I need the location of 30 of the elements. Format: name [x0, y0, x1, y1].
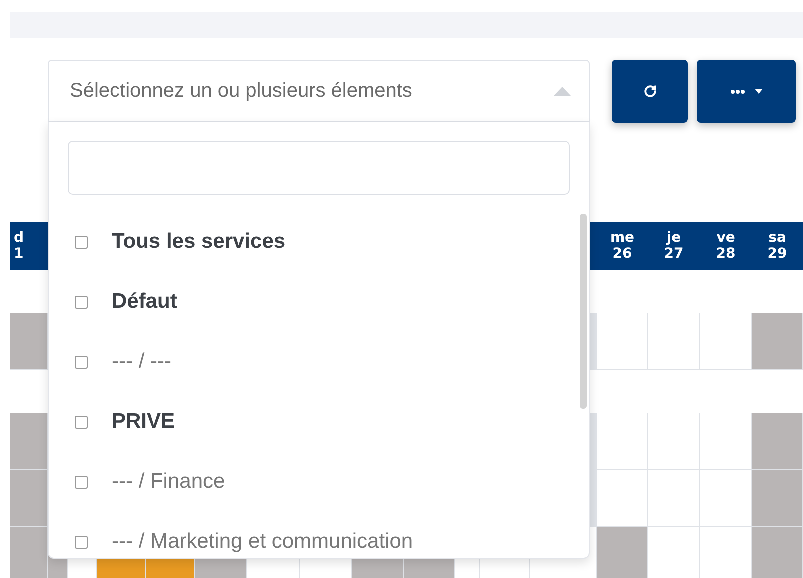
- caret-icon: [554, 86, 571, 96]
- option-item[interactable]: Tous les services: [49, 212, 589, 272]
- checkbox[interactable]: [75, 476, 88, 488]
- checkbox[interactable]: [75, 416, 88, 428]
- checkbox[interactable]: [75, 536, 88, 548]
- option-item[interactable]: PRIVE: [49, 392, 589, 452]
- checkbox[interactable]: [75, 356, 88, 368]
- search-field[interactable]: [68, 141, 570, 195]
- checkbox[interactable]: [75, 236, 88, 248]
- refresh-button[interactable]: [612, 60, 688, 123]
- date-label: 29: [768, 246, 788, 262]
- multi-select[interactable]: Sélectionnez un ou plusieurs élements: [48, 60, 590, 122]
- date-label: 28: [716, 246, 736, 262]
- refresh-icon: [644, 85, 656, 98]
- option-item[interactable]: Défaut: [49, 272, 589, 332]
- date-label: 26: [612, 246, 632, 262]
- day-label: ve: [716, 230, 736, 246]
- day-label: me: [610, 230, 635, 246]
- option-item[interactable]: --- / Marketing et communication: [49, 512, 589, 558]
- more-icon: [730, 90, 744, 94]
- caret-icon: [754, 89, 762, 94]
- date-label: 1: [14, 246, 24, 262]
- date-label: 27: [664, 246, 684, 262]
- scrollbar-thumb[interactable]: [580, 214, 587, 409]
- checkbox[interactable]: [75, 296, 88, 308]
- option-item[interactable]: --- / Finance: [49, 452, 589, 512]
- day-label: d: [14, 230, 24, 246]
- day-label: sa: [768, 230, 786, 246]
- day-label: je: [666, 230, 682, 246]
- option-item[interactable]: --- / ---: [49, 332, 589, 392]
